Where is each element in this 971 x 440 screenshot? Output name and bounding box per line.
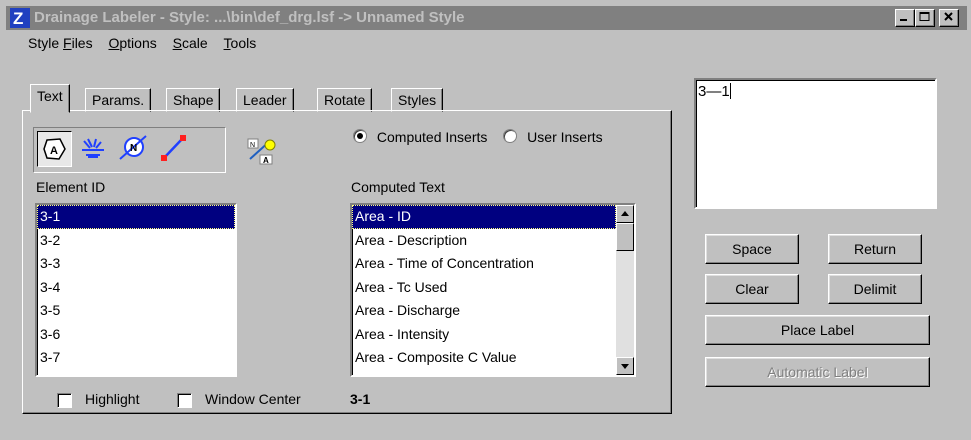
list-item[interactable]: 3-6 bbox=[37, 323, 235, 347]
current-element-id: 3-1 bbox=[350, 391, 371, 407]
inlet-icon bbox=[82, 138, 104, 158]
list-item[interactable]: Area - Description bbox=[352, 229, 616, 253]
list-item[interactable]: Area - Discharge bbox=[352, 299, 616, 323]
area-label-icon: A bbox=[43, 138, 66, 160]
label-text-area[interactable]: 3—1 bbox=[694, 78, 937, 209]
close-icon bbox=[944, 12, 953, 21]
tab-control: Text Params. Shape Leader Rotate Styles … bbox=[22, 78, 674, 416]
computed-text-label: Computed Text bbox=[351, 179, 445, 195]
key-label-icon: A N bbox=[247, 138, 276, 165]
highlight-label: Highlight bbox=[85, 391, 140, 407]
minimize-icon bbox=[900, 19, 907, 21]
window-center-label: Window Center bbox=[205, 391, 301, 407]
scroll-down-button[interactable] bbox=[616, 357, 634, 375]
title-bar[interactable]: Z Drainage Labeler - Style: ...\bin\def_… bbox=[6, 6, 967, 30]
svg-text:A: A bbox=[263, 156, 269, 165]
list-item[interactable]: 3-4 bbox=[37, 276, 235, 300]
return-button[interactable]: Return bbox=[828, 234, 922, 264]
arrow-up-icon bbox=[621, 211, 629, 216]
computed-text-list[interactable]: Area - ID Area - Description Area - Time… bbox=[350, 203, 636, 377]
automatic-label-button[interactable]: Automatic Label bbox=[705, 357, 930, 387]
tab-shape[interactable]: Shape bbox=[166, 88, 221, 112]
app-icon: Z bbox=[10, 8, 30, 28]
list-item[interactable]: 3-7 bbox=[37, 346, 235, 370]
user-inserts-radio[interactable] bbox=[503, 129, 518, 143]
link-button[interactable] bbox=[156, 131, 191, 167]
label-text-value: 3—1 bbox=[698, 83, 730, 100]
clear-button[interactable]: Clear bbox=[705, 274, 799, 304]
menu-access-key: T bbox=[223, 35, 231, 51]
arrow-down-icon bbox=[621, 364, 629, 369]
element-id-list[interactable]: 3-1 3-2 3-3 3-4 3-5 3-6 3-7 bbox=[35, 203, 237, 377]
list-item[interactable]: 3-1 bbox=[37, 205, 235, 229]
tab-rotate[interactable]: Rotate bbox=[317, 88, 373, 112]
link-icon bbox=[161, 135, 186, 161]
scroll-up-button[interactable] bbox=[616, 205, 634, 223]
menu-tools[interactable]: Tools bbox=[224, 32, 257, 54]
list-item[interactable]: Area - Composite C Value bbox=[352, 346, 616, 370]
menu-bar: Style Files Options Scale Tools bbox=[28, 32, 268, 54]
menu-style-files[interactable]: Style Files bbox=[28, 32, 93, 54]
close-button[interactable] bbox=[939, 9, 959, 27]
svg-text:Z: Z bbox=[13, 9, 23, 28]
menu-scale[interactable]: Scale bbox=[173, 32, 208, 54]
maximize-button[interactable] bbox=[915, 9, 935, 27]
menu-access-key: S bbox=[172, 35, 182, 51]
area-label-button[interactable]: A bbox=[37, 131, 72, 167]
list-item[interactable]: 3-2 bbox=[37, 229, 235, 253]
list-item[interactable]: Area - Tc Used bbox=[352, 276, 616, 300]
insert-mode-group: Computed Inserts User Inserts bbox=[353, 129, 603, 145]
maximize-icon bbox=[919, 12, 930, 21]
menu-access-key: O bbox=[108, 35, 120, 51]
svg-text:N: N bbox=[250, 142, 255, 149]
list-item[interactable]: Area - Time of Concentration bbox=[352, 252, 616, 276]
list-item[interactable]: 3-5 bbox=[37, 299, 235, 323]
tab-leader[interactable]: Leader bbox=[236, 88, 294, 112]
tab-text[interactable]: Text bbox=[30, 84, 70, 113]
menu-options[interactable]: Options bbox=[108, 32, 156, 54]
minimize-button[interactable] bbox=[895, 9, 915, 27]
drainage-labeler-window: Z Drainage Labeler - Style: ...\bin\def_… bbox=[0, 0, 971, 440]
scroll-thumb[interactable] bbox=[616, 223, 634, 251]
computed-inserts-radio[interactable] bbox=[353, 129, 367, 143]
computed-text-scrollbar[interactable] bbox=[616, 205, 634, 375]
user-inserts-label: User Inserts bbox=[527, 129, 603, 145]
key-label-button[interactable]: A N bbox=[244, 133, 278, 169]
list-item[interactable]: 3-3 bbox=[37, 252, 235, 276]
space-button[interactable]: Space bbox=[705, 234, 799, 264]
svg-text:N: N bbox=[130, 143, 137, 154]
svg-text:A: A bbox=[50, 145, 58, 157]
node-button[interactable]: N bbox=[116, 131, 151, 167]
delimit-button[interactable]: Delimit bbox=[828, 274, 922, 304]
element-type-toolbar: A N bbox=[33, 127, 226, 173]
tab-styles[interactable]: Styles bbox=[391, 88, 444, 112]
highlight-checkbox[interactable] bbox=[57, 393, 72, 408]
text-tab-page: A N A N Computed Inserts User Inserts El… bbox=[22, 110, 672, 414]
text-caret bbox=[729, 83, 731, 99]
place-label-button[interactable]: Place Label bbox=[705, 315, 930, 345]
tab-params[interactable]: Params. bbox=[85, 88, 152, 112]
element-id-label: Element ID bbox=[36, 179, 106, 195]
list-item[interactable]: Area - Intensity bbox=[352, 323, 616, 347]
node-icon: N bbox=[119, 135, 147, 160]
menu-access-key: F bbox=[63, 35, 72, 51]
window-center-checkbox[interactable] bbox=[177, 393, 192, 408]
window-title: Drainage Labeler - Style: ...\bin\def_dr… bbox=[34, 9, 465, 26]
inlet-button[interactable] bbox=[76, 131, 111, 167]
computed-inserts-label: Computed Inserts bbox=[376, 129, 488, 145]
list-item[interactable]: Area - ID bbox=[352, 205, 616, 229]
